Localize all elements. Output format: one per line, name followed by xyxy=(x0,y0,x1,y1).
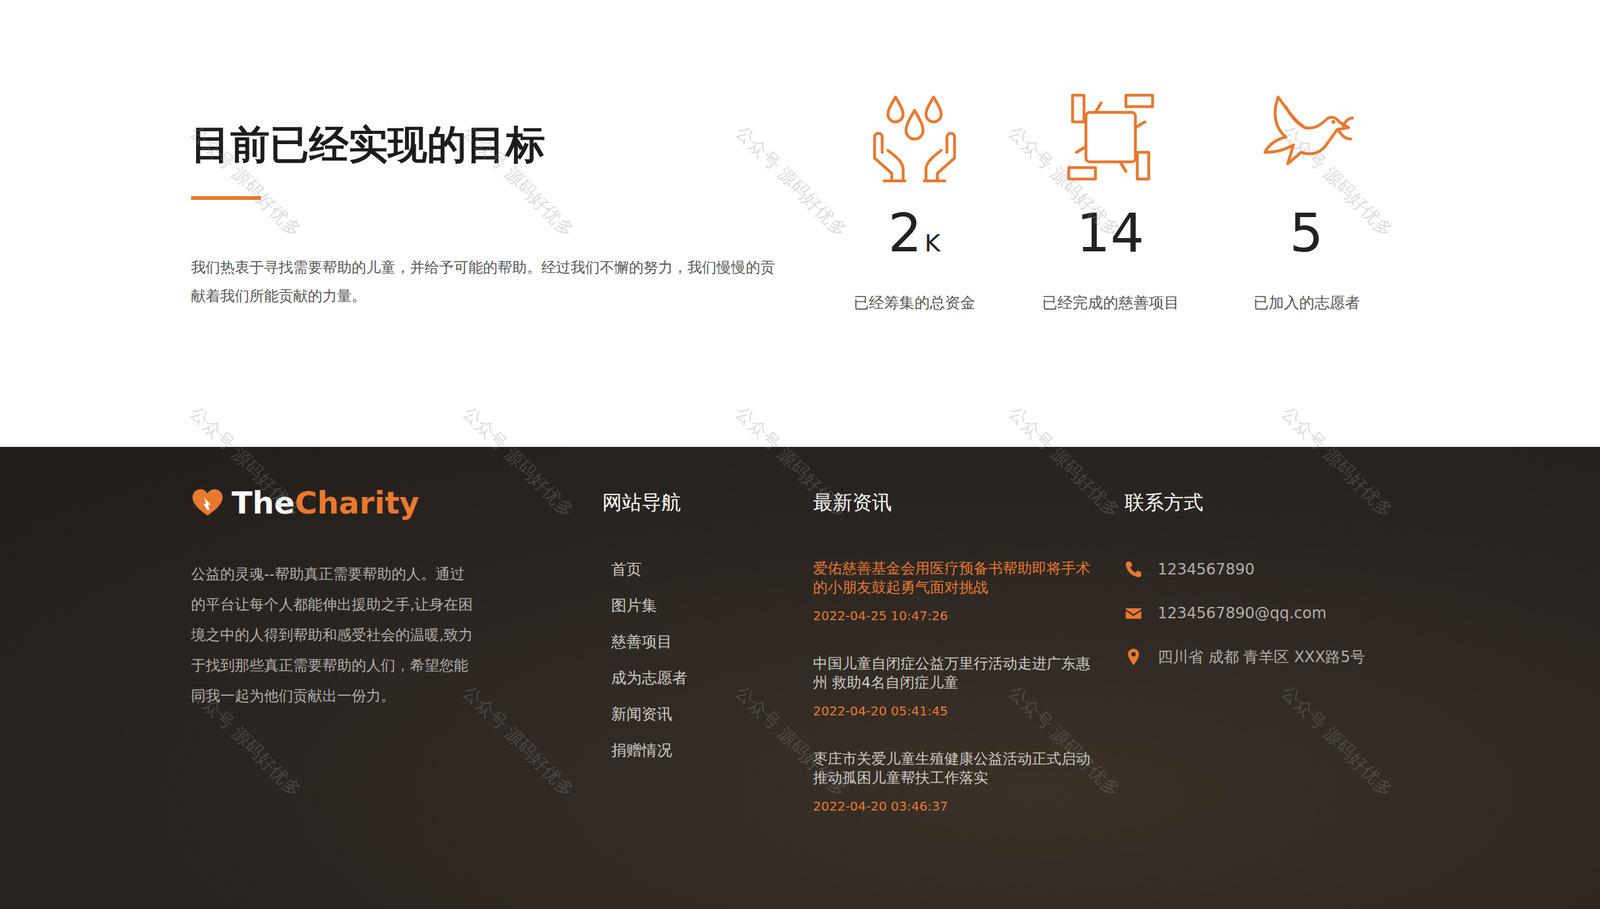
news-date: 2022-04-20 03:46:37 xyxy=(813,798,1093,814)
dove-icon xyxy=(1259,89,1355,185)
envelope-icon xyxy=(1124,604,1143,622)
heart-icon xyxy=(191,488,225,517)
watermark: 公众号 源码好优多 xyxy=(1276,401,1399,523)
nav-link[interactable]: 首页 xyxy=(602,550,814,588)
logo-text[interactable]: The xyxy=(231,484,295,521)
news-title[interactable]: 中国儿童自闭症公益万里行活动走进广东惠州 救助4名自闭症儿童 xyxy=(813,653,1093,692)
contact-row: 1234567890 xyxy=(1124,547,1600,591)
site-logo[interactable]: TheCharity xyxy=(191,482,603,523)
watermark: 公众号 源码好优多 xyxy=(184,680,307,803)
footer-contact: 联系方式 1234567890 1234567890@qq.com 四川省 成都 青羊… xyxy=(1124,482,1600,909)
watermark: 公众号 源码好优多 xyxy=(457,120,580,243)
nav-link[interactable]: 新闻资讯 xyxy=(602,695,814,732)
footer-news: 最新资讯爱佑慈善基金会用医疗预备书帮助即将手术的小朋友鼓起勇气面对挑战 2022-… xyxy=(813,482,1125,909)
stat-number: 2 xyxy=(887,206,922,260)
news-item[interactable]: 枣庄市关爱儿童生殖健康公益活动正式启动 推动孤困儿童帮扶工作落实 2022-04-… xyxy=(813,748,1093,814)
watermark: 公众号 源码好优多 xyxy=(184,401,307,523)
nav-link[interactable]: 图片集 xyxy=(602,587,814,624)
watermark: 公众号 源码好优多 xyxy=(1276,680,1399,803)
contact-list: 1234567890 1234567890@qq.com 四川省 成都 青羊区 XX… xyxy=(1124,547,1600,679)
contact-text: 四川省 成都 青羊区 XXX路5号 xyxy=(1157,646,1366,668)
news-title[interactable]: 爱佑慈善基金会用医疗预备书帮助即将手术的小朋友鼓起勇气面对挑战 xyxy=(813,558,1093,597)
site-footer: TheCharity 公益的灵魂--帮助真正需要帮助的人。通过的平台让每个人都能伸… xyxy=(0,446,1600,909)
stat-label: 已经筹集的总资金 xyxy=(853,292,976,313)
news-title[interactable]: 枣庄市关爱儿童生殖健康公益活动正式启动 推动孤困儿童帮扶工作落实 xyxy=(813,748,1093,787)
news-list: 爱佑慈善基金会用医疗预备书帮助即将手术的小朋友鼓起勇气面对挑战 2022-04-2… xyxy=(813,558,1125,814)
goals-description: 我们热衷于寻找需要帮助的儿童，并给予可能的帮助。经过我们不懈的努力，我们慢慢的贡… xyxy=(191,253,779,311)
stat-item: 14 已经完成的慈善项目 xyxy=(1012,89,1209,447)
about-text: 公益的灵魂--帮助真正需要帮助的人。通过的平台让每个人都能伸出援助之手,让身在困… xyxy=(191,558,474,711)
contact-row: 四川省 成都 青羊区 XXX路5号 xyxy=(1124,634,1600,679)
nav-link[interactable]: 捐赠情况 xyxy=(602,731,814,768)
stat-number: 14 xyxy=(1076,206,1145,260)
news-date: 2022-04-20 05:41:45 xyxy=(813,703,1093,719)
watermark: 公众号 源码好优多 xyxy=(457,401,580,523)
nav-link[interactable]: 慈善项目 xyxy=(602,623,814,660)
footer-about: TheCharity 公益的灵魂--帮助真正需要帮助的人。通过的平台让每个人都能伸… xyxy=(191,482,603,909)
news-item[interactable]: 中国儿童自闭症公益万里行活动走进广东惠州 救助4名自闭症儿童 2022-04-20… xyxy=(813,653,1093,719)
nav-link[interactable]: 成为志愿者 xyxy=(602,659,814,696)
stat-number: 5 xyxy=(1289,206,1324,260)
watermark: 公众号 源码好优多 xyxy=(1003,120,1126,243)
stat-label: 已加入的志愿者 xyxy=(1253,292,1361,313)
watermark: 公众号 源码好优多 xyxy=(1003,680,1126,803)
nav-list: 首页图片集慈善项目成为志愿者新闻资讯捐赠情况 xyxy=(602,550,814,768)
watermark: 公众号 源码好优多 xyxy=(1276,120,1399,243)
footer-nav: 网站导航首页图片集慈善项目成为志愿者新闻资讯捐赠情况 xyxy=(602,482,814,909)
logo-text[interactable]: Charity xyxy=(294,484,419,521)
watermark: 公众号 源码好优多 xyxy=(457,680,580,803)
watermark: 公众号 源码好优多 xyxy=(730,401,853,523)
watermark: 公众号 源码好优多 xyxy=(730,120,853,243)
stat-unit: K xyxy=(924,231,941,256)
contact-row: 1234567890@qq.com xyxy=(1124,590,1600,635)
news-heading: 最新资讯 xyxy=(813,482,1125,523)
stat-item: 2K 已经筹集的总资金 xyxy=(816,89,1013,447)
contact-heading: 联系方式 xyxy=(1124,482,1600,523)
goals-intro: 目前已经实现的目标我们热衷于寻找需要帮助的儿童，并给予可能的帮助。经过我们不懈的… xyxy=(191,89,779,447)
goals-title: 目前已经实现的目标 xyxy=(191,121,779,169)
watermark: 公众号 源码好优多 xyxy=(184,120,307,243)
goals-section: 目前已经实现的目标我们热衷于寻找需要帮助的儿童，并给予可能的帮助。经过我们不懈的… xyxy=(0,0,1600,447)
news-date: 2022-04-25 10:47:26 xyxy=(813,608,1093,624)
about-body: 公益的灵魂--帮助真正需要帮助的人。通过的平台让每个人都能伸出援助之手,让身在困… xyxy=(191,558,603,711)
nav-heading: 网站导航 xyxy=(602,482,814,523)
stats-list: 2K 已经筹集的总资金 14 已经完成的慈善项目 5 已加入的志愿者 xyxy=(816,89,1405,447)
phone-icon xyxy=(1124,560,1143,579)
watermark: 公众号 源码好优多 xyxy=(730,680,853,803)
stat-label: 已经完成的慈善项目 xyxy=(1042,292,1180,313)
title-underline xyxy=(191,196,261,200)
watermark-layer: 公众号 源码好优多公众号 源码好优多公众号 源码好优多公众号 源码好优多公众号 … xyxy=(0,0,1600,909)
contact-text: 1234567890 xyxy=(1157,560,1255,579)
watermark: 公众号 源码好优多 xyxy=(1003,401,1126,523)
location-pin-icon xyxy=(1124,647,1143,666)
stat-value: 14 xyxy=(1076,206,1145,260)
contact-text: 1234567890@qq.com xyxy=(1157,604,1327,622)
hands-circle-icon xyxy=(1063,89,1159,185)
stat-value: 2K xyxy=(887,206,940,260)
hands-drops-icon xyxy=(866,89,963,185)
news-item[interactable]: 爱佑慈善基金会用医疗预备书帮助即将手术的小朋友鼓起勇气面对挑战 2022-04-2… xyxy=(813,558,1093,624)
stat-value: 5 xyxy=(1289,206,1324,260)
stat-item: 5 已加入的志愿者 xyxy=(1208,89,1405,447)
